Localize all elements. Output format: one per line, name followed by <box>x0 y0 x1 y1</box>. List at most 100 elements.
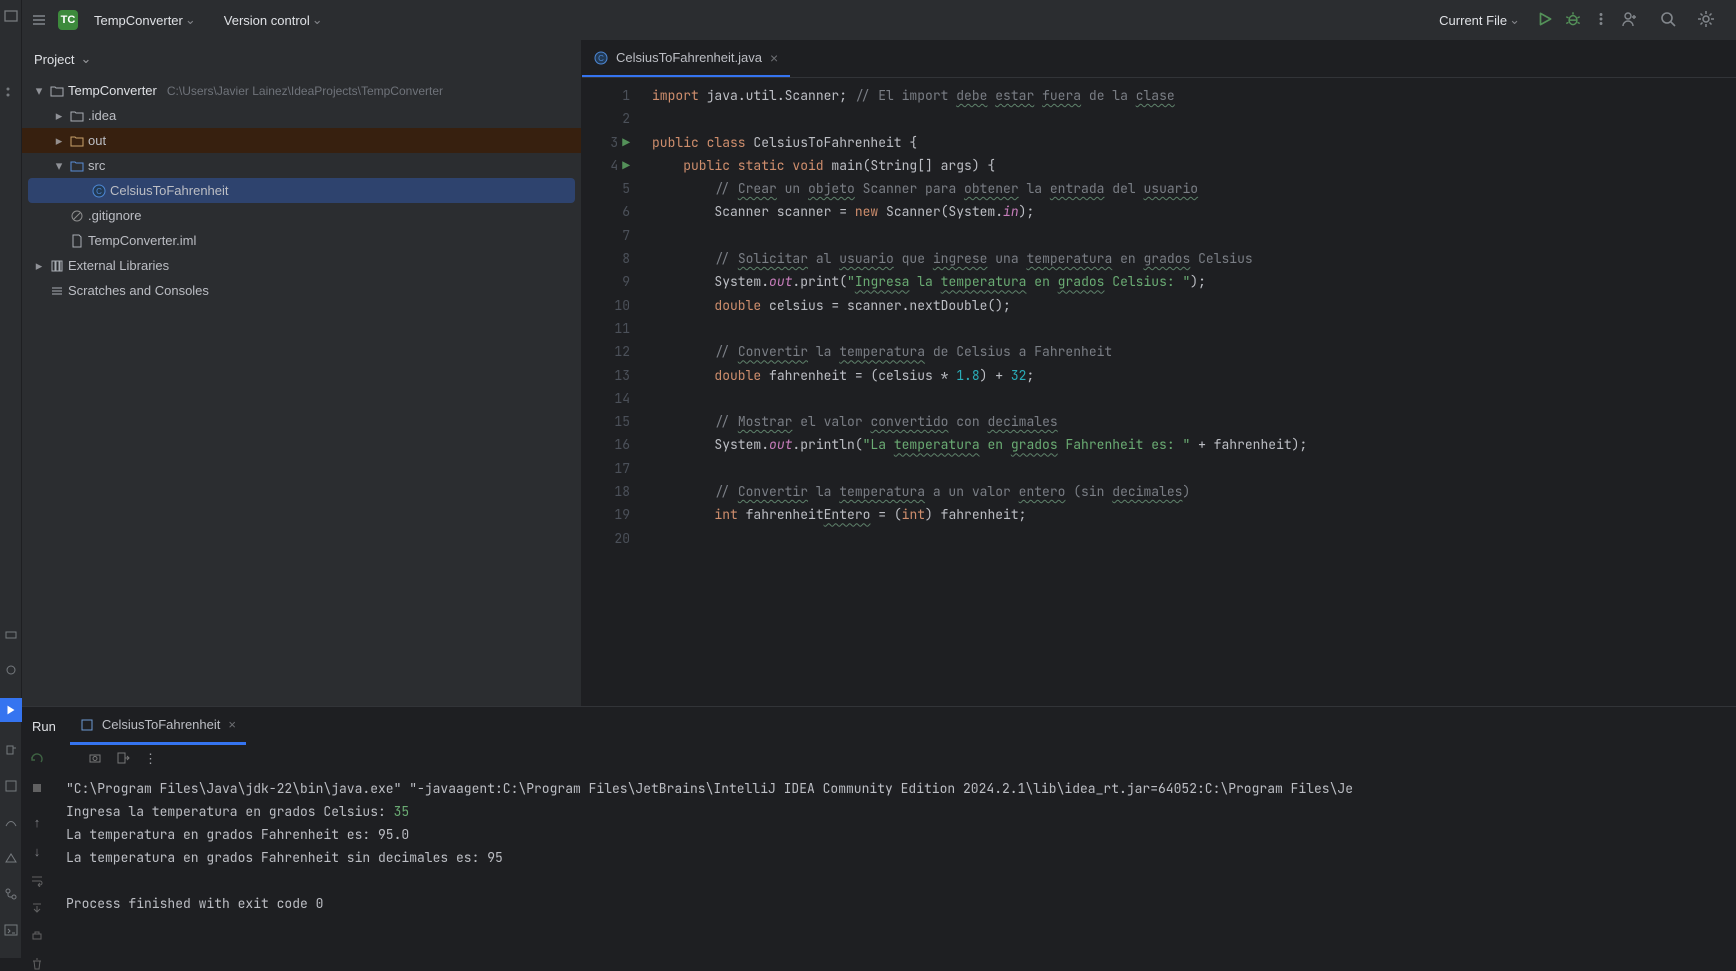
tree-item-scratches[interactable]: Scratches and Consoles <box>22 278 581 303</box>
tree-root-name: TempConverter <box>68 83 157 98</box>
editor-area: C CelsiusToFahrenheit.java × 1 2 3▶ 4▶ 5… <box>582 40 1736 706</box>
tool-icon-1[interactable] <box>3 626 19 642</box>
expand-arrow-icon[interactable]: ▸ <box>52 109 66 123</box>
console-exit: Process finished with exit code 0 <box>66 895 323 912</box>
tool-icon-6[interactable] <box>3 814 19 830</box>
main-menu-icon[interactable] <box>30 11 48 29</box>
close-tab-icon[interactable]: × <box>770 50 778 66</box>
more-icon[interactable]: ⋮ <box>144 751 157 767</box>
run-tool-icon[interactable] <box>0 698 22 722</box>
tree-item-src[interactable]: ▾ src <box>22 153 581 178</box>
chevron-down-icon: ⌄ <box>312 12 323 28</box>
expand-arrow-icon[interactable]: ▸ <box>32 259 46 273</box>
scroll-to-end-icon[interactable] <box>29 901 45 915</box>
svg-text:C: C <box>96 187 102 196</box>
soft-wrap-icon[interactable] <box>29 873 45 887</box>
debug-button[interactable] <box>1564 10 1582 31</box>
run-config-dropdown[interactable]: Current File ⌄ <box>1433 8 1526 32</box>
editor-tab-label: CelsiusToFahrenheit.java <box>616 50 762 65</box>
tool-icon-2[interactable] <box>3 662 19 678</box>
expand-arrow-icon[interactable]: ▸ <box>52 134 66 148</box>
run-config-tab[interactable]: CelsiusToFahrenheit × <box>70 707 246 745</box>
tree-root-path: C:\Users\Javier Lainez\IdeaProjects\Temp… <box>167 84 443 98</box>
expand-arrow-icon[interactable]: ▾ <box>52 159 66 173</box>
search-icon[interactable] <box>1658 9 1678 32</box>
vcs-label: Version control <box>224 13 310 28</box>
structure-tool-icon[interactable] <box>3 84 19 100</box>
console-out-2: La temperatura en grados Fahrenheit sin … <box>66 849 503 866</box>
chevron-down-icon: ⌄ <box>1509 12 1520 28</box>
project-dropdown[interactable]: TempConverter ⌄ <box>88 8 202 32</box>
folder-icon <box>50 84 64 98</box>
up-arrow-icon[interactable]: ↑ <box>29 815 45 830</box>
editor-tabs: C CelsiusToFahrenheit.java × <box>582 40 1736 78</box>
project-panel-title: Project <box>34 52 74 67</box>
file-icon <box>70 234 84 248</box>
build-tool-icon[interactable] <box>3 850 19 866</box>
project-panel-header[interactable]: Project ⌄ <box>22 40 581 78</box>
tree-label: Scratches and Consoles <box>68 283 209 298</box>
project-tree: ▾ TempConverter C:\Users\Javier Lainez\I… <box>22 78 581 706</box>
chevron-down-icon: ⌄ <box>185 12 196 28</box>
settings-icon[interactable] <box>1696 9 1716 32</box>
run-gutter-icon[interactable]: ▶ <box>622 131 630 154</box>
tree-item-gitignore[interactable]: .gitignore <box>22 203 581 228</box>
print-icon[interactable] <box>29 929 45 943</box>
tree-label: .idea <box>88 108 116 123</box>
svg-text:C: C <box>598 54 604 63</box>
console-prompt-prefix: Ingresa la temperatura en grados Celsius… <box>66 803 394 820</box>
tree-item-external-libs[interactable]: ▸ External Libraries <box>22 253 581 278</box>
library-icon <box>50 259 64 273</box>
stop-icon[interactable] <box>29 781 45 795</box>
vcs-dropdown[interactable]: Version control ⌄ <box>218 8 329 32</box>
titlebar: TC TempConverter ⌄ Version control ⌄ Cur… <box>22 0 1736 40</box>
run-config-label: Current File <box>1439 13 1507 28</box>
tree-label: External Libraries <box>68 258 169 273</box>
scratches-icon <box>50 284 64 298</box>
code-with-me-icon[interactable] <box>1620 9 1640 32</box>
close-icon[interactable]: × <box>228 717 236 732</box>
class-icon: C <box>594 51 608 65</box>
app-icon <box>80 718 94 732</box>
console-user-input: 35 <box>394 803 410 820</box>
tree-label: .gitignore <box>88 208 141 223</box>
down-arrow-icon[interactable]: ↓ <box>29 844 45 859</box>
run-left-toolbar: ↑ ↓ <box>22 745 52 958</box>
more-actions-icon[interactable] <box>1592 10 1610 31</box>
tool-icon-5[interactable] <box>3 778 19 794</box>
terminal-tool-icon[interactable] <box>3 922 19 938</box>
project-tool-icon[interactable] <box>3 8 19 24</box>
run-panel-tabs: Run CelsiusToFahrenheit × <box>22 707 1736 745</box>
tree-label: CelsiusToFahrenheit <box>110 183 229 198</box>
trash-icon[interactable] <box>29 957 45 971</box>
tree-label: TempConverter.iml <box>88 233 196 248</box>
tool-icon-4[interactable] <box>3 742 19 758</box>
editor-tab[interactable]: C CelsiusToFahrenheit.java × <box>582 40 790 77</box>
tree-item-idea[interactable]: ▸ .idea <box>22 103 581 128</box>
tree-label: src <box>88 158 105 173</box>
folder-icon <box>70 134 84 148</box>
folder-icon <box>70 109 84 123</box>
console-cmd-line: "C:\Program Files\Java\jdk-22\bin\java.e… <box>66 780 1353 797</box>
run-gutter-icon[interactable]: ▶ <box>622 154 630 177</box>
tree-item-out[interactable]: ▸ out <box>22 128 581 153</box>
tree-item-class[interactable]: C CelsiusToFahrenheit <box>28 178 575 203</box>
class-icon: C <box>92 184 106 198</box>
tree-root[interactable]: ▾ TempConverter C:\Users\Javier Lainez\I… <box>22 78 581 103</box>
folder-icon <box>70 159 84 173</box>
exit-icon[interactable] <box>116 751 130 768</box>
tree-item-iml[interactable]: TempConverter.iml <box>22 228 581 253</box>
expand-arrow-icon[interactable]: ▾ <box>32 84 46 98</box>
screenshot-icon[interactable] <box>88 751 102 768</box>
run-console-output[interactable]: "C:\Program Files\Java\jdk-22\bin\java.e… <box>52 773 1736 958</box>
console-out-1: La temperatura en grados Fahrenheit es: … <box>66 826 409 843</box>
code-editor[interactable]: import java.util.Scanner; // El import d… <box>642 78 1736 706</box>
run-button[interactable] <box>1536 10 1554 31</box>
line-number-gutter: 1 2 3▶ 4▶ 5 6 7 8 9 10 11 12 13 14 15 16 <box>582 78 642 706</box>
project-panel: Project ⌄ ▾ TempConverter C:\Users\Javie… <box>22 40 582 706</box>
run-panel: Run CelsiusToFahrenheit × ↑ ↓ <box>22 706 1736 958</box>
run-panel-title: Run <box>32 719 56 734</box>
rerun-icon[interactable] <box>29 751 45 767</box>
vcs-tool-icon[interactable] <box>3 886 19 902</box>
tree-label: out <box>88 133 106 148</box>
